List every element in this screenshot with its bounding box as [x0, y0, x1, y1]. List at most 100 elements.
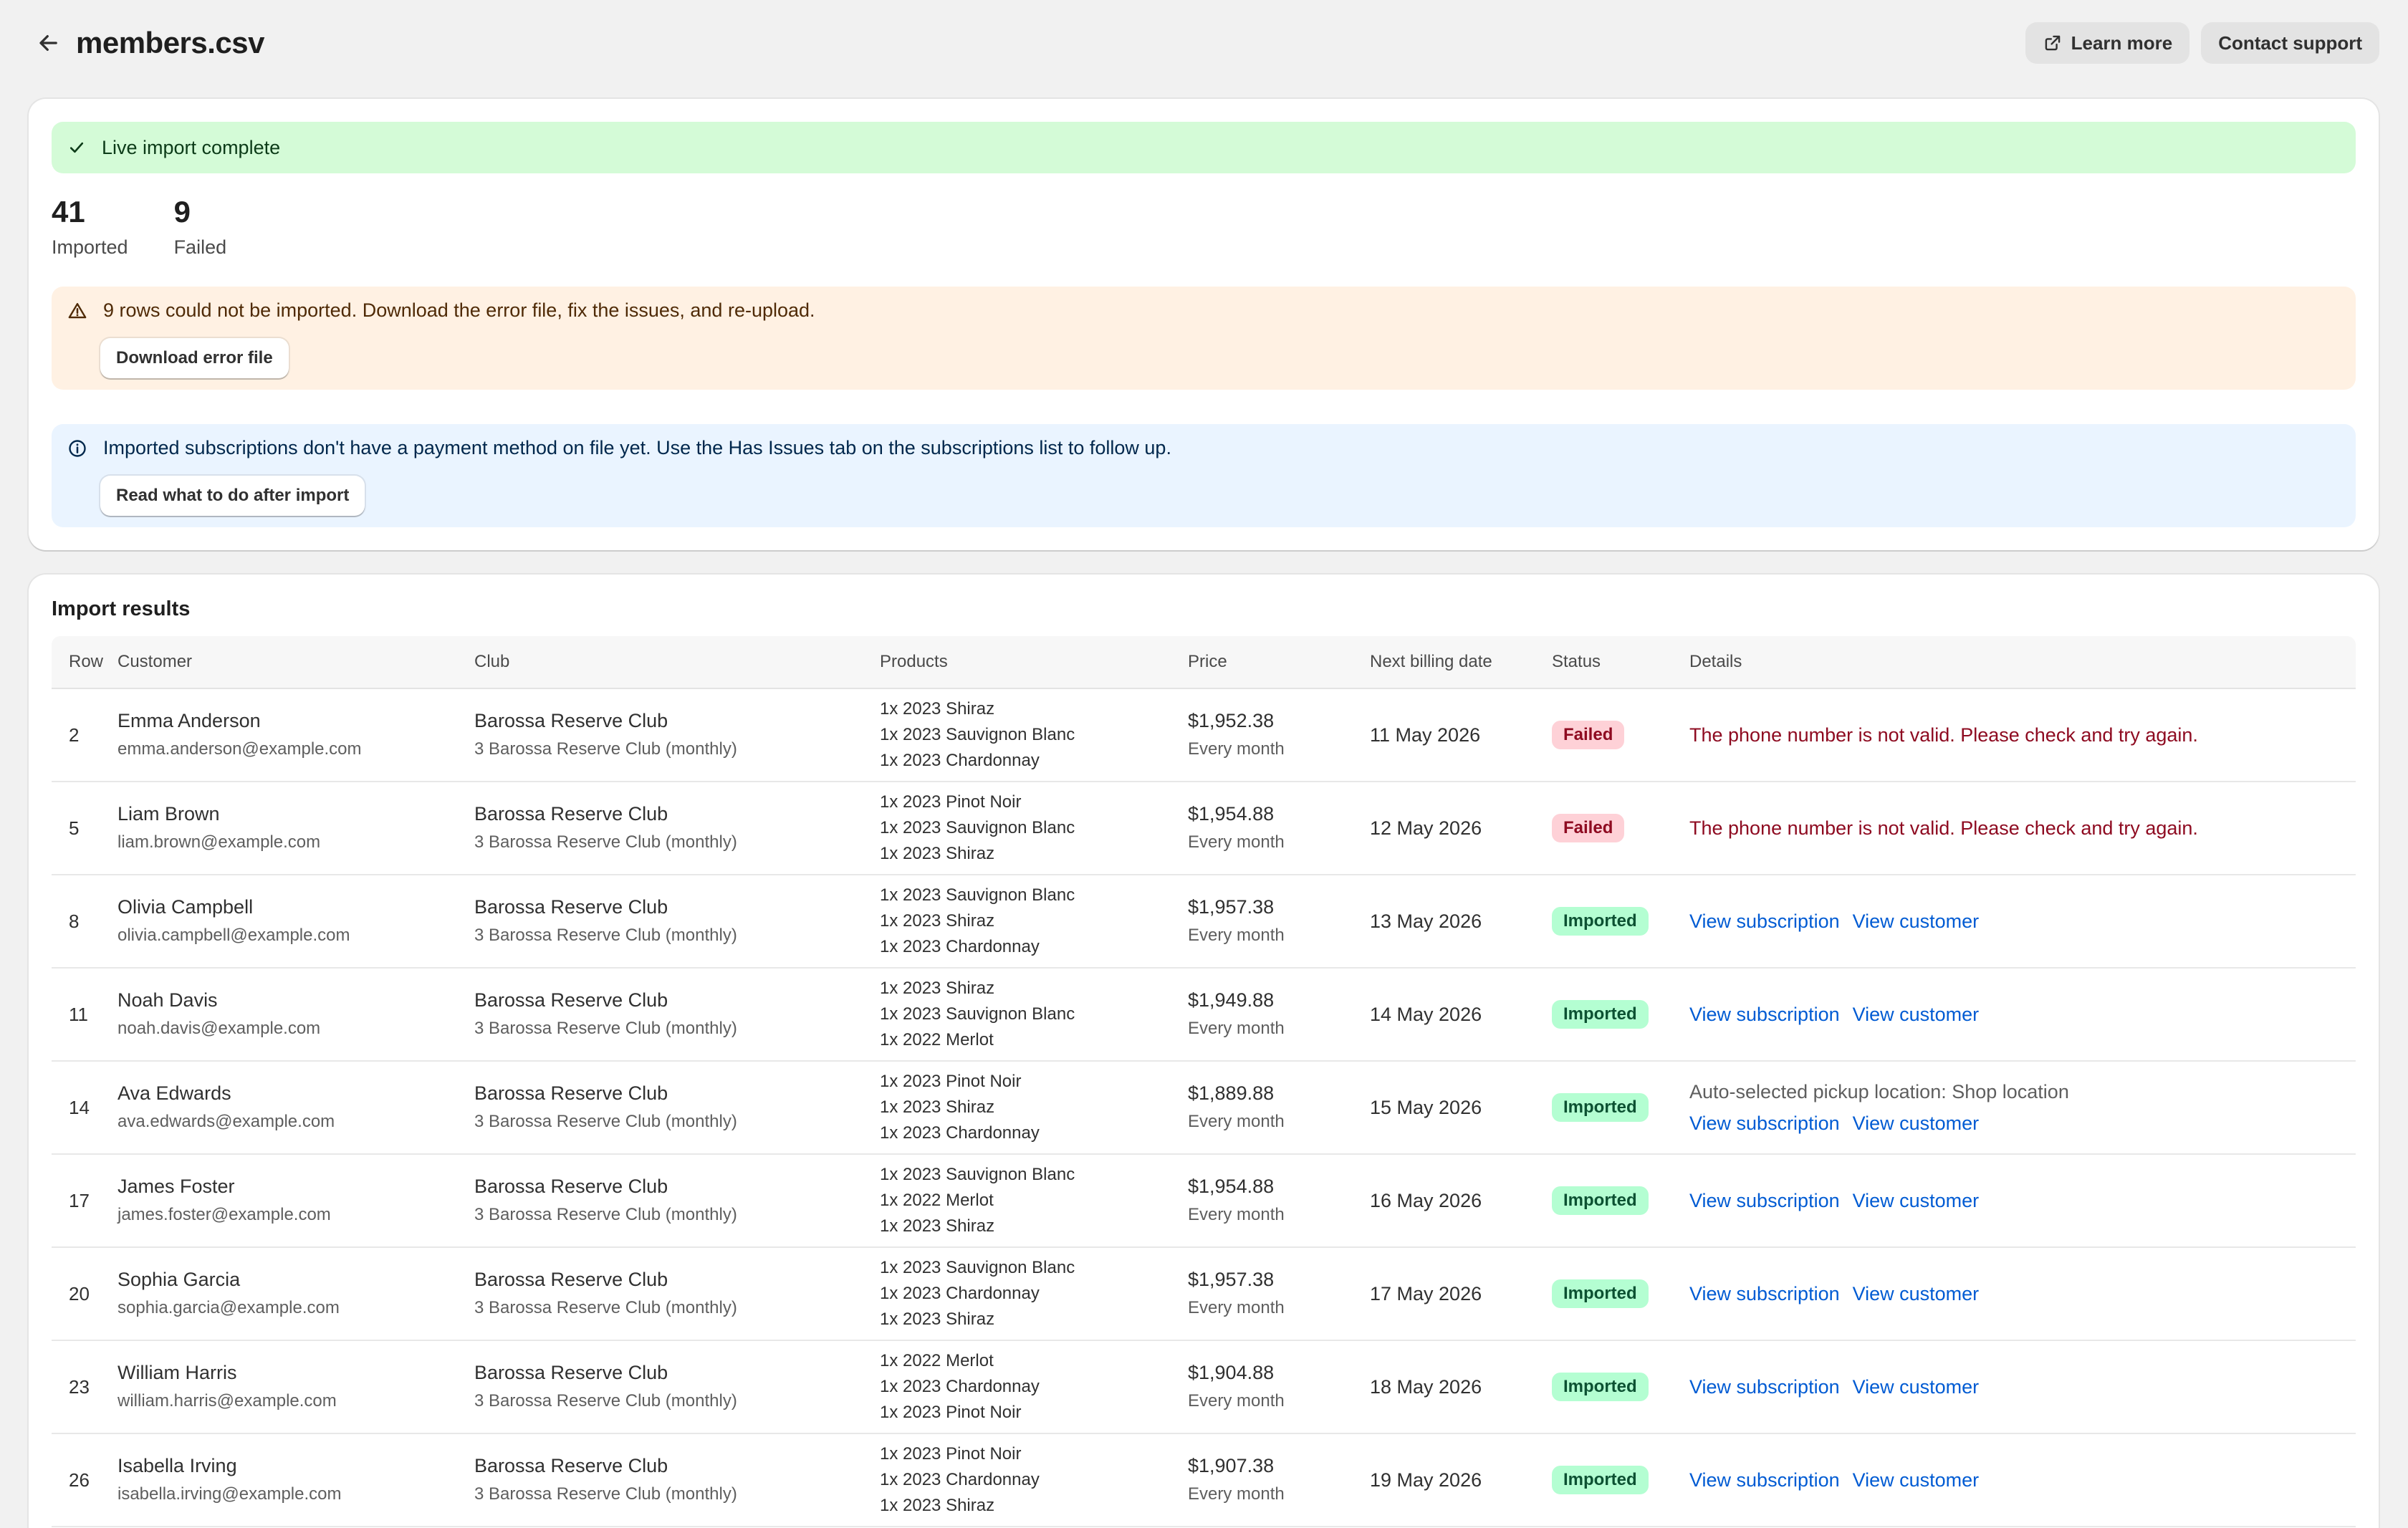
learn-more-label: Learn more [2071, 32, 2173, 54]
view-customer-link[interactable]: View customer [1853, 1185, 1980, 1216]
club-name: Barossa Reserve Club [474, 1362, 668, 1383]
learn-more-button[interactable]: Learn more [2025, 22, 2190, 64]
row-links: View subscription View customer [1689, 1464, 2356, 1496]
club-cell: Barossa Reserve Club 3 Barossa Reserve Cl… [474, 893, 880, 950]
product-line: 1x 2023 Shiraz [880, 1310, 995, 1329]
club-plan: 3 Barossa Reserve Club (monthly) [474, 1391, 737, 1411]
next-billing-date: 16 May 2026 [1370, 1190, 1482, 1211]
view-customer-link[interactable]: View customer [1853, 1464, 1980, 1496]
warning-banner-row: 9 rows could not be imported. Download t… [67, 299, 815, 322]
status-cell: Imported [1552, 1093, 1689, 1122]
product-line: 1x 2023 Shiraz [880, 1097, 995, 1117]
column-header-details: Details [1689, 652, 1742, 671]
price-cell: $1,907.38 Every month [1188, 1451, 1370, 1509]
next-billing-date: 12 May 2026 [1370, 817, 1482, 839]
page-title: members.csv [76, 26, 265, 59]
club-cell: Barossa Reserve Club 3 Barossa Reserve Cl… [474, 706, 880, 764]
row-links: View subscription View customer [1689, 999, 2356, 1030]
price-cell: $1,889.88 Every month [1188, 1079, 1370, 1136]
status-badge: Failed [1552, 721, 1625, 749]
details-cell: View subscription View customer [1689, 999, 2356, 1030]
price-cell: $1,957.38 Every month [1188, 893, 1370, 950]
back-button[interactable] [29, 23, 69, 63]
club-name: Barossa Reserve Club [474, 989, 668, 1011]
club-plan: 3 Barossa Reserve Club (monthly) [474, 1484, 737, 1504]
table-row: 8 Olivia Campbell olivia.campbell@example.… [52, 875, 2356, 969]
price-frequency: Every month [1188, 1298, 1285, 1317]
stat-label: Imported [52, 236, 128, 258]
product-line: 1x 2023 Shiraz [880, 699, 995, 719]
status-cell: Imported [1552, 1279, 1689, 1308]
read-after-import-button[interactable]: Read what to do after import [100, 476, 365, 516]
column-header-club: Club [474, 652, 510, 671]
price-cell: $1,949.88 Every month [1188, 986, 1370, 1043]
view-customer-link[interactable]: View customer [1853, 905, 1980, 937]
product-line: 1x 2023 Chardonnay [880, 1377, 1040, 1396]
product-line: 1x 2023 Shiraz [880, 979, 995, 998]
price-amount: $1,957.38 [1188, 1269, 1275, 1290]
view-subscription-link[interactable]: View subscription [1689, 1371, 1840, 1403]
club-cell: Barossa Reserve Club 3 Barossa Reserve Cl… [474, 986, 880, 1043]
product-line: 1x 2023 Shiraz [880, 911, 995, 931]
price-frequency: Every month [1188, 1484, 1285, 1504]
view-subscription-link[interactable]: View subscription [1689, 1185, 1840, 1216]
stat-label: Failed [173, 236, 227, 258]
products-cell: 1x 2023 Sauvignon Blanc 1x 2023 Chardonna… [880, 1255, 1188, 1332]
club-cell: Barossa Reserve Club 3 Barossa Reserve Cl… [474, 1079, 880, 1136]
details-cell: The phone number is not valid. Please ch… [1689, 724, 2356, 746]
import-results-card: Import results Row Customer Club Product… [29, 575, 2379, 1528]
view-subscription-link[interactable]: View subscription [1689, 905, 1840, 937]
view-customer-link[interactable]: View customer [1853, 1107, 1980, 1139]
row-links: View subscription View customer [1689, 1185, 2356, 1216]
price-cell: $1,957.38 Every month [1188, 1265, 1370, 1322]
status-cell: Imported [1552, 1000, 1689, 1029]
column-header-next-billing-date: Next billing date [1370, 652, 1492, 671]
club-plan: 3 Barossa Reserve Club (monthly) [474, 926, 737, 945]
product-line: 1x 2022 Merlot [880, 1030, 994, 1049]
view-subscription-link[interactable]: View subscription [1689, 1278, 1840, 1310]
table-header: Row Customer Club Products Price Next bi… [52, 636, 2356, 689]
price-cell: $1,904.88 Every month [1188, 1358, 1370, 1416]
product-line: 1x 2023 Shiraz [880, 1496, 995, 1515]
product-line: 1x 2023 Chardonnay [880, 937, 1040, 956]
club-cell: Barossa Reserve Club 3 Barossa Reserve Cl… [474, 1265, 880, 1322]
contact-support-button[interactable]: Contact support [2201, 22, 2379, 64]
products-cell: 1x 2023 Pinot Noir 1x 2023 Sauvignon Blan… [880, 789, 1188, 867]
price-frequency: Every month [1188, 1019, 1285, 1038]
view-customer-link[interactable]: View customer [1853, 1371, 1980, 1403]
table-row: 2 Emma Anderson emma.anderson@example.com B… [52, 689, 2356, 782]
view-customer-link[interactable]: View customer [1853, 1278, 1980, 1310]
product-line: 1x 2023 Chardonnay [880, 1470, 1040, 1489]
products-cell: 1x 2023 Sauvignon Blanc 1x 2022 Merlot 1x … [880, 1162, 1188, 1239]
view-subscription-link[interactable]: View subscription [1689, 1107, 1840, 1139]
view-subscription-link[interactable]: View subscription [1689, 999, 1840, 1030]
status-badge: Imported [1552, 1466, 1649, 1494]
customer-email: ava.edwards@example.com [117, 1112, 335, 1131]
customer-cell: Ava Edwards ava.edwards@example.com [117, 1079, 474, 1136]
status-badge: Imported [1552, 1093, 1649, 1122]
section-title: Import results [52, 597, 191, 620]
info-banner-text: Imported subscriptions don't have a paym… [103, 437, 1171, 458]
product-line: 1x 2023 Chardonnay [880, 1284, 1040, 1303]
customer-email: emma.anderson@example.com [117, 739, 362, 759]
row-number: 20 [69, 1282, 90, 1304]
view-subscription-link[interactable]: View subscription [1689, 1464, 1840, 1496]
status-badge: Imported [1552, 1279, 1649, 1308]
table-body: 2 Emma Anderson emma.anderson@example.com B… [52, 689, 2356, 1527]
price-frequency: Every month [1188, 739, 1285, 759]
customer-email: noah.davis@example.com [117, 1019, 321, 1038]
details-cell: View subscription View customer [1689, 1278, 2356, 1310]
price-frequency: Every month [1188, 832, 1285, 852]
import-stats: 41 Imported 9 Failed [52, 192, 226, 259]
club-cell: Barossa Reserve Club 3 Barossa Reserve Cl… [474, 1358, 880, 1416]
product-line: 1x 2023 Pinot Noir [880, 1444, 1022, 1464]
customer-name: Ava Edwards [117, 1082, 231, 1104]
club-name: Barossa Reserve Club [474, 710, 668, 731]
price-frequency: Every month [1188, 1391, 1285, 1411]
customer-cell: Isabella Irving isabella.irving@example.c… [117, 1451, 474, 1509]
column-header-products: Products [880, 652, 948, 671]
download-error-file-button[interactable]: Download error file [100, 338, 289, 378]
price-cell: $1,954.88 Every month [1188, 1172, 1370, 1229]
view-customer-link[interactable]: View customer [1853, 999, 1980, 1030]
contact-support-label: Contact support [2218, 32, 2362, 54]
